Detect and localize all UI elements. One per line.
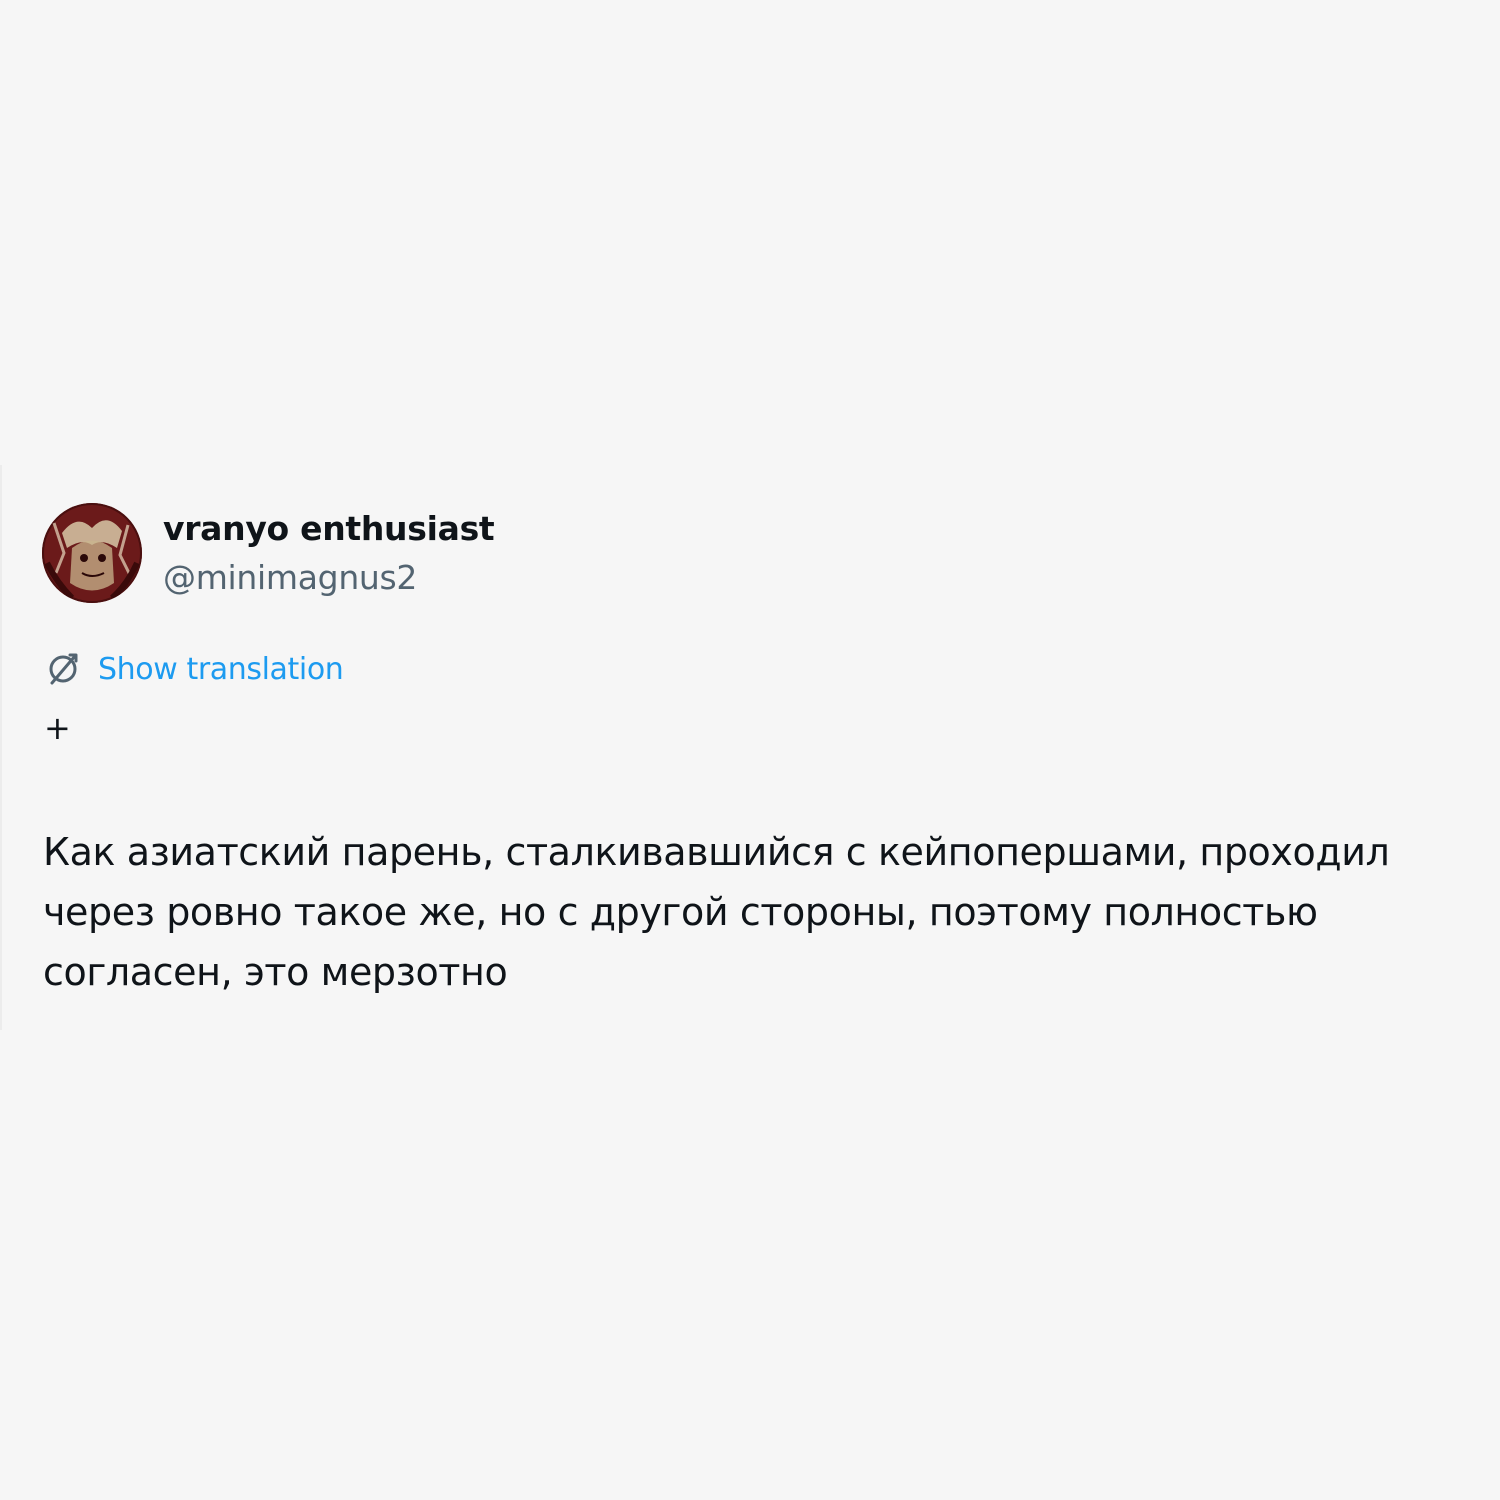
avatar-image [42,503,142,603]
display-name[interactable]: vranyo enthusiast [163,509,495,548]
tweet-text-line: Как азиатский парень, сталкивавшийся с к… [43,830,1390,874]
show-translation-button[interactable]: Show translation [44,648,344,690]
tweet-text-line: через ровно такое же, но с другой сторон… [43,890,1318,934]
translate-icon [44,650,82,688]
plus-text: + [44,709,71,747]
avatar[interactable] [42,503,142,603]
show-translation-label[interactable]: Show translation [98,652,344,687]
tweet-text: Как азиатский парень, сталкивавшийся с к… [43,822,1453,1002]
user-handle[interactable]: @minimagnus2 [163,558,417,597]
tweet-text-line: согласен, это мерзотно [43,950,508,994]
